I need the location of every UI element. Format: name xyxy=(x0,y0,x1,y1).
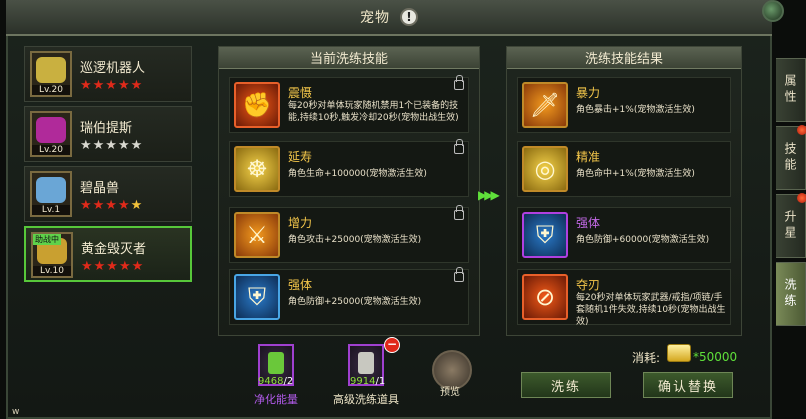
meditation-icon: ☸ xyxy=(234,146,280,192)
pet-level: Lv.20 xyxy=(32,85,70,95)
item-label: 高级洗练道具 xyxy=(333,393,399,406)
crossed-swords-icon: ⚔ xyxy=(234,212,280,258)
skill-slot[interactable]: ⛨ 强体 角色防御+60000(宠物激活生效) xyxy=(517,207,731,263)
skill-name: 夺刃 xyxy=(576,278,601,292)
skill-slot[interactable]: ⛨ 强体 角色防御+25000(宠物激活生效) xyxy=(229,267,469,325)
pet-item[interactable]: Lv.1 碧晶兽 ★★★★★ xyxy=(24,166,192,222)
pet-item[interactable]: Lv.20 瑞伯提斯 ★★★★★ xyxy=(24,106,192,162)
panel-title: 洗练技能结果 xyxy=(507,47,741,69)
shield-icon: ⛨ xyxy=(234,274,280,320)
tab-refine[interactable]: 洗练 xyxy=(776,262,806,326)
item-label: 净化能量 xyxy=(254,393,298,406)
minus-icon[interactable]: − xyxy=(384,337,400,353)
tab-star-up[interactable]: 升星 xyxy=(776,193,806,258)
pet-portrait: 助战中 Lv.10 xyxy=(31,232,73,278)
creature-icon xyxy=(36,117,66,143)
pet-portrait: Lv.20 xyxy=(30,51,72,97)
skill-desc: 角色攻击+25000(宠物激活生效) xyxy=(288,235,422,245)
item-count: 9914/1 xyxy=(350,376,386,387)
refine-button[interactable]: 洗练 xyxy=(521,372,611,398)
confirm-replace-button[interactable]: 确认替换 xyxy=(643,372,733,398)
lock-icon[interactable] xyxy=(454,205,464,220)
pet-stars: ★★★★★ xyxy=(80,78,144,93)
disarm-icon: ⊘ xyxy=(522,274,568,320)
cost-label: 消耗: xyxy=(632,351,661,365)
notification-dot-icon xyxy=(797,125,806,135)
corner-mark: w xyxy=(12,407,20,417)
lock-icon[interactable] xyxy=(454,75,464,90)
current-skills-panel: 当前洗练技能 ✊ 震慑 每20秒对单体玩家随机禁用1个已装备的技能,持续10秒,… xyxy=(218,46,480,336)
window-title: 宠物 xyxy=(360,10,390,26)
scroll-icon xyxy=(358,352,374,374)
skill-name: 强体 xyxy=(576,216,601,230)
pet-stars: ★★★★★ xyxy=(80,138,144,153)
panel-title: 当前洗练技能 xyxy=(219,47,479,69)
pet-level: Lv.10 xyxy=(33,266,71,276)
pet-list: Lv.20 巡逻机器人 ★★★★★ Lv.20 瑞伯提斯 ★★★★★ Lv.1 … xyxy=(24,46,194,346)
pet-portrait: Lv.1 xyxy=(30,171,72,217)
skill-slot[interactable]: 🗡 暴力 角色暴击+1%(宠物激活生效) xyxy=(517,77,731,133)
skill-slot[interactable]: ☸ 延寿 角色生命+100000(宠物激活生效) xyxy=(229,139,469,197)
skill-slot[interactable]: ✊ 震慑 每20秒对单体玩家随机禁用1个已装备的技能,持续10秒,触发冷却20秒… xyxy=(229,75,469,133)
item-count: 9468/2 xyxy=(258,376,294,387)
beast-icon xyxy=(36,177,66,203)
skill-desc: 角色防御+25000(宠物激活生效) xyxy=(288,297,422,307)
pet-level: Lv.1 xyxy=(32,205,70,215)
pet-name: 瑞伯提斯 xyxy=(80,121,133,136)
skill-name: 强体 xyxy=(288,278,313,292)
pet-name: 巡逻机器人 xyxy=(80,61,146,76)
skill-desc: 角色命中+1%(宠物激活生效) xyxy=(576,169,695,179)
result-skills-panel: 洗练技能结果 🗡 暴力 角色暴击+1%(宠物激活生效) ◎ 精准 角色命中+1%… xyxy=(506,46,742,336)
skill-name: 延寿 xyxy=(288,150,313,164)
lock-icon[interactable] xyxy=(454,139,464,154)
skill-slot[interactable]: ⚔ 增力 角色攻击+25000(宠物激活生效) xyxy=(229,205,469,263)
pet-name: 碧晶兽 xyxy=(80,181,120,196)
preview-label: 预览 xyxy=(440,387,460,398)
info-icon[interactable]: ! xyxy=(400,8,418,26)
pet-level: Lv.20 xyxy=(32,145,70,155)
pet-item-selected[interactable]: 助战中 Lv.10 黄金毁灭者 ★★★★★ xyxy=(24,226,192,282)
skill-desc: 角色防御+60000(宠物激活生效) xyxy=(576,235,710,245)
arrow-right-icon: ▶▶▶ xyxy=(478,188,500,202)
skill-name: 增力 xyxy=(288,216,313,230)
robot-icon xyxy=(36,57,66,83)
notification-dot-icon xyxy=(797,193,806,203)
tab-attributes[interactable]: 属性 xyxy=(776,58,806,122)
pet-portrait: Lv.20 xyxy=(30,111,72,157)
title-bar: 宠物 ! xyxy=(6,0,772,36)
skill-name: 震慑 xyxy=(288,86,313,100)
energy-potion-icon xyxy=(268,352,284,374)
assist-badge: 助战中 xyxy=(33,234,61,245)
fist-icon: ✊ xyxy=(234,82,280,128)
cost-value: *50000 xyxy=(693,350,738,364)
skill-name: 暴力 xyxy=(576,86,601,100)
sword-strike-icon: 🗡 xyxy=(522,82,568,128)
pet-item[interactable]: Lv.20 巡逻机器人 ★★★★★ xyxy=(24,46,192,102)
gold-coins-icon xyxy=(667,344,691,362)
skill-slot[interactable]: ⊘ 夺刃 每20秒对单体玩家武器/戒指/项链/手套随机1件失效,持续10秒(宠物… xyxy=(517,269,731,327)
tab-skills[interactable]: 技能 xyxy=(776,125,806,190)
skill-desc: 每20秒对单体玩家武器/戒指/项链/手套随机1件失效,持续10秒(宠物出战生效) xyxy=(576,293,726,327)
skill-desc: 角色暴击+1%(宠物激活生效) xyxy=(576,105,695,115)
skill-name: 精准 xyxy=(576,150,601,164)
skill-desc: 每20秒对单体玩家随机禁用1个已装备的技能,持续10秒,触发冷却20秒(宠物出战… xyxy=(288,101,459,123)
target-icon: ◎ xyxy=(522,146,568,192)
pet-stars: ★★★★★ xyxy=(81,259,145,274)
close-orb-icon[interactable] xyxy=(762,0,784,22)
pet-stars: ★★★★★ xyxy=(80,198,144,213)
shield-icon: ⛨ xyxy=(522,212,568,258)
lock-icon[interactable] xyxy=(454,267,464,282)
skill-desc: 角色生命+100000(宠物激活生效) xyxy=(288,169,427,179)
pet-name: 黄金毁灭者 xyxy=(81,242,147,257)
skill-slot[interactable]: ◎ 精准 角色命中+1%(宠物激活生效) xyxy=(517,141,731,197)
